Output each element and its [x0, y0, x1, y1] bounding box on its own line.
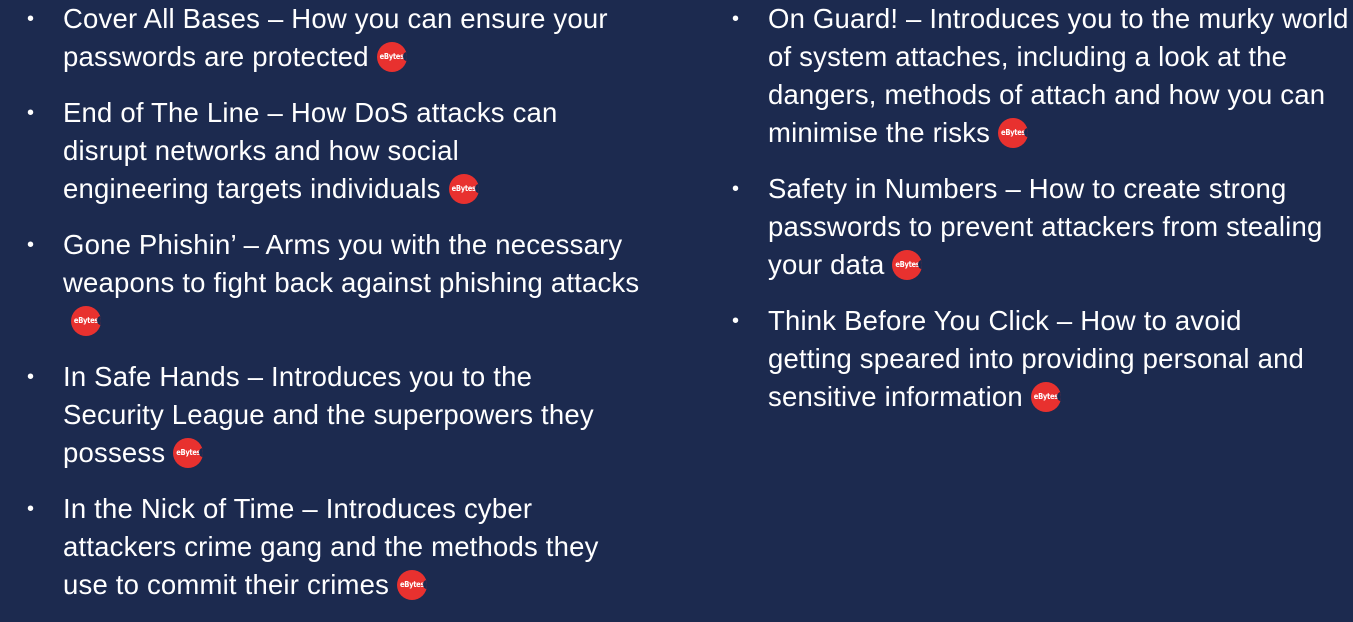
- item-text: Cover All Bases – How you can ensure you…: [63, 3, 608, 72]
- item-text: In the Nick of Time – Introduces cyber a…: [63, 493, 599, 600]
- ebytes-badge-icon: eBytes: [173, 437, 204, 468]
- list-item-end-of-the-line: • End of The Line – How DoS attacks can …: [0, 94, 573, 208]
- list-item-gone-phishin: • Gone Phishin’ – Arms you with the nece…: [0, 226, 643, 340]
- list-item-safety-in-numbers: • Safety in Numbers – How to create stro…: [705, 170, 1353, 284]
- bullet: •: [27, 234, 35, 256]
- list-item-on-guard: • On Guard! – Introduces you to the murk…: [705, 0, 1353, 152]
- bullet: •: [732, 178, 740, 200]
- ebytes-badge-icon: eBytes: [71, 305, 101, 336]
- item-text: Gone Phishin’ – Arms you with the necess…: [63, 229, 640, 298]
- bullet: •: [27, 8, 35, 30]
- list-item-in-the-nick-of-time: • In the Nick of Time – Introduces cyber…: [0, 490, 603, 604]
- right-course-list: • On Guard! – Introduces you to the murk…: [705, 0, 1353, 434]
- ebytes-badge-icon: eBytes: [892, 249, 923, 280]
- bullet: •: [27, 498, 35, 520]
- list-item-in-safe-hands: • In Safe Hands – Introduces you to the …: [0, 358, 603, 472]
- left-course-list: • Cover All Bases – How you can ensure y…: [0, 0, 660, 622]
- bullet: •: [732, 310, 740, 332]
- item-text: End of The Line – How DoS attacks can di…: [63, 97, 558, 204]
- item-text: In Safe Hands – Introduces you to the Se…: [63, 361, 594, 468]
- list-item-think-before-you-click: • Think Before You Click – How to avoid …: [705, 302, 1328, 416]
- ebytes-badge-icon: eBytes: [448, 173, 479, 204]
- ebytes-badge-icon: eBytes: [998, 117, 1029, 148]
- bullet: •: [732, 8, 740, 30]
- bullet: •: [27, 102, 35, 124]
- ebytes-badge-icon: eBytes: [376, 41, 407, 72]
- ebytes-badge-icon: eBytes: [1030, 381, 1061, 412]
- ebytes-badge-icon: eBytes: [397, 569, 428, 600]
- bullet: •: [27, 366, 35, 388]
- list-item-cover-all-bases: • Cover All Bases – How you can ensure y…: [0, 0, 623, 76]
- item-text: Safety in Numbers – How to create strong…: [768, 173, 1323, 280]
- item-text: On Guard! – Introduces you to the murky …: [768, 3, 1349, 148]
